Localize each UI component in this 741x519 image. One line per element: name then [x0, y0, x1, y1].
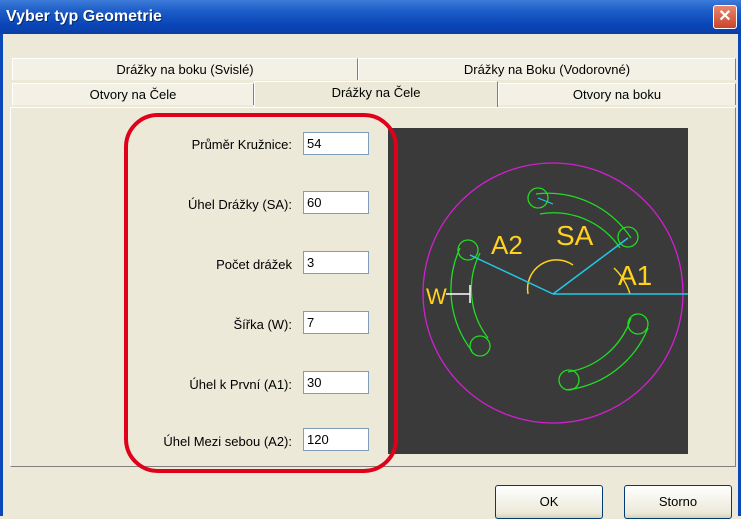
- tab-label: Drážky na Boku (Vodorovné): [463, 62, 631, 77]
- close-icon: ✕: [718, 8, 732, 25]
- slot-right-start-cap: [627, 313, 649, 335]
- first-angle-label: Úhel k První (A1):: [189, 377, 292, 392]
- slot-count-label: Počet drážek: [216, 257, 292, 272]
- a2-axis: [469, 254, 554, 295]
- between-angle-input[interactable]: [303, 428, 369, 451]
- between-angle-label: Úhel Mezi sebou (A2):: [163, 434, 292, 449]
- diameter-input[interactable]: [303, 132, 369, 155]
- slot-top-start-radius: [537, 197, 554, 205]
- slot-left-outer: [450, 247, 473, 352]
- tab-label: Drážky na Čele: [331, 85, 421, 100]
- a2-dimension-arc: [526, 259, 574, 295]
- tab-label: Otvory na boku: [572, 87, 662, 102]
- cancel-button[interactable]: Storno: [624, 485, 732, 519]
- slot-angle-input[interactable]: [303, 191, 369, 214]
- window-title: Vyber typ Geometrie: [6, 8, 162, 25]
- slot-count-input[interactable]: [303, 251, 369, 274]
- width-input[interactable]: [303, 311, 369, 334]
- tab-drazky-na-cele[interactable]: Drážky na Čele: [254, 81, 498, 107]
- slot-right-end-cap: [558, 369, 580, 391]
- close-button[interactable]: ✕: [713, 5, 737, 29]
- outer-circle: [422, 162, 684, 424]
- title-bar: Vyber typ Geometrie ✕: [0, 0, 741, 34]
- ok-button[interactable]: OK: [495, 485, 603, 519]
- slot-left-end-cap: [469, 335, 491, 357]
- tab-drazky-na-boku-vodorovne[interactable]: Drážky na Boku (Vodorovné): [358, 58, 736, 80]
- w-label: W: [426, 284, 447, 309]
- geometry-preview: SA A2 A1 W: [388, 128, 690, 454]
- tab-otvory-na-boku[interactable]: Otvory na boku: [498, 83, 736, 105]
- first-angle-input[interactable]: [303, 371, 369, 394]
- slot-right-outer: [565, 327, 649, 391]
- diameter-label: Průměr Kružnice:: [191, 137, 292, 152]
- tab-label: Otvory na Čele: [89, 87, 177, 102]
- tab-otvory-na-cele[interactable]: Otvory na Čele: [12, 83, 254, 105]
- slot-left-inner: [470, 252, 489, 339]
- a2-label: A2: [491, 230, 523, 260]
- slot-angle-label: Úhel Drážky (SA):: [187, 197, 292, 212]
- slot-right-inner: [567, 317, 632, 373]
- geometry-drawing: SA A2 A1 W: [422, 162, 690, 424]
- sa-label: SA: [556, 220, 594, 251]
- tab-drazky-na-boku-svisle[interactable]: Drážky na boku (Svislé): [12, 58, 358, 80]
- tab-label: Drážky na boku (Svislé): [116, 62, 254, 77]
- a1-label: A1: [618, 260, 652, 291]
- width-label: Šířka (W):: [233, 317, 293, 332]
